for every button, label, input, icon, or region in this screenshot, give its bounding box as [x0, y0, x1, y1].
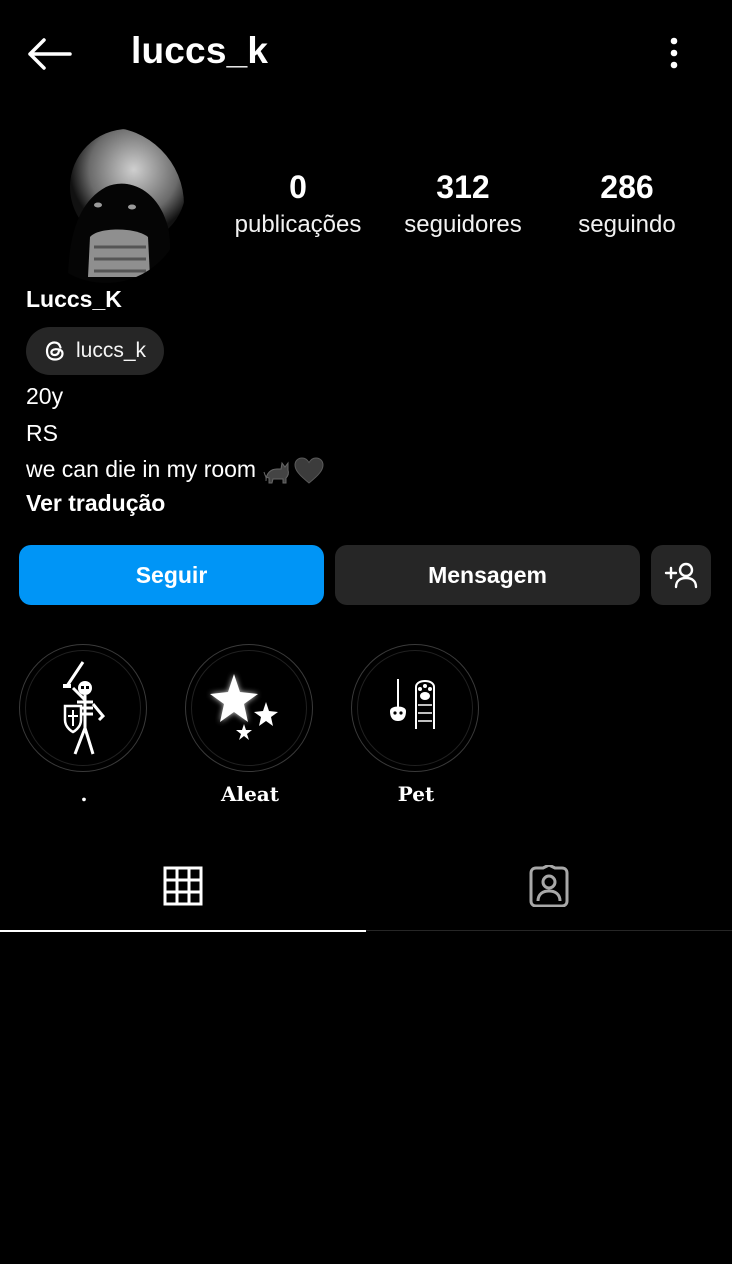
see-translation-link[interactable]: Ver tradução — [26, 490, 165, 517]
following-count: 286 — [600, 169, 654, 205]
tagged-person-icon — [529, 865, 569, 907]
highlight-title: Pet — [397, 782, 435, 806]
top-bar: luccs_k — [0, 0, 732, 110]
story-highlight[interactable]: . — [19, 644, 149, 806]
threads-badge[interactable]: luccs_k — [26, 327, 165, 375]
bio-text: we can die in my room — [26, 456, 257, 482]
threads-icon — [45, 341, 64, 361]
cat-paws-icon — [390, 679, 435, 729]
following-label: seguindo — [578, 211, 676, 238]
highlight-title: . — [80, 782, 88, 806]
threads-handle: luccs_k — [76, 339, 147, 362]
more-options-button[interactable] — [654, 30, 694, 76]
arrow-left-icon — [28, 38, 72, 70]
tab-tagged[interactable] — [366, 842, 732, 931]
grid-icon — [163, 866, 203, 906]
profile-tabs — [0, 842, 732, 932]
suggest-accounts-button[interactable] — [651, 545, 711, 605]
more-vertical-icon — [670, 37, 678, 69]
add-person-icon — [664, 562, 698, 589]
bio-line-with-emoji: we can die in my room — [26, 454, 324, 485]
story-highlight[interactable]: Pet — [351, 644, 481, 806]
skeleton-knight-icon — [63, 661, 106, 755]
tab-posts-grid[interactable] — [0, 842, 366, 932]
posts-stat: 0 publicações — [222, 168, 374, 240]
bio-line: 20y — [26, 383, 64, 409]
following-stat[interactable]: 286 seguindo — [558, 168, 696, 240]
highlight-title: Aleat — [220, 782, 280, 806]
bio-emoji — [262, 457, 324, 485]
stars-icon — [210, 674, 278, 740]
page-title: luccs_k — [131, 30, 269, 71]
followers-stat[interactable]: 312 seguidores — [388, 168, 538, 240]
posts-count: 0 — [289, 169, 307, 205]
followers-label: seguidores — [404, 211, 522, 238]
display-name: Luccs_K — [26, 286, 122, 312]
follow-button[interactable]: Seguir — [19, 545, 324, 605]
followers-count: 312 — [436, 169, 490, 205]
black-cat-emoji-icon — [263, 461, 289, 484]
story-highlight[interactable]: Aleat — [185, 644, 315, 806]
message-button[interactable]: Mensagem — [335, 545, 640, 605]
black-heart-emoji-icon — [294, 457, 324, 484]
back-button[interactable] — [22, 30, 76, 78]
posts-label: publicações — [234, 211, 362, 238]
bio-line: RS — [26, 420, 58, 446]
avatar[interactable] — [28, 127, 184, 283]
